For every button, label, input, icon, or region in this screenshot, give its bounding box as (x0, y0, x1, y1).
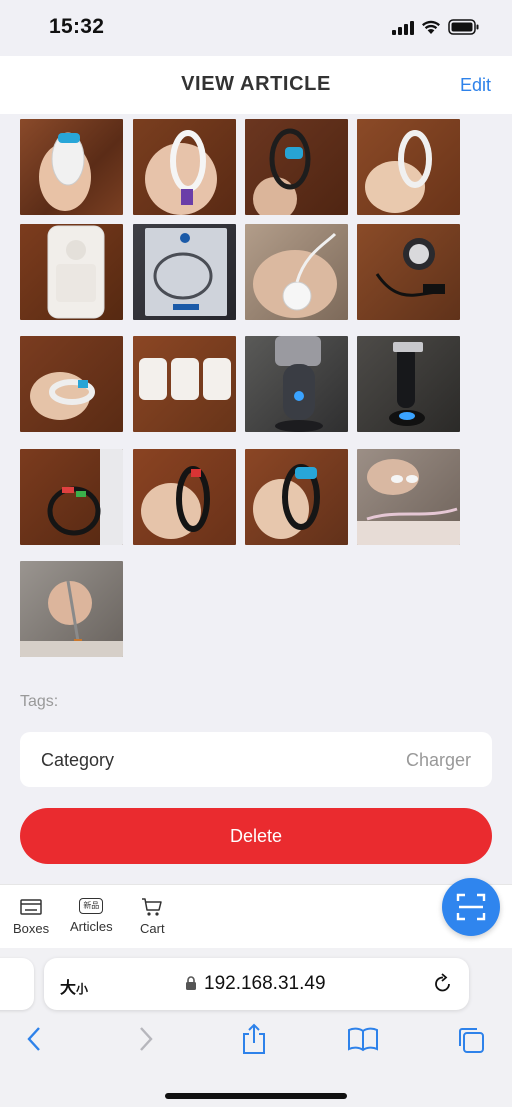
back-icon[interactable] (26, 1026, 42, 1052)
delete-button[interactable]: Delete (20, 808, 492, 864)
lock-icon (186, 976, 196, 990)
page-title: VIEW ARTICLE (181, 73, 331, 95)
tab-label: Articles (70, 919, 113, 934)
share-icon[interactable] (241, 1023, 267, 1055)
article-photo[interactable] (20, 561, 123, 657)
category-label: Category (41, 750, 115, 770)
bookmarks-icon[interactable] (347, 1026, 379, 1052)
edit-button[interactable]: Edit (460, 75, 491, 96)
reload-icon[interactable] (432, 973, 454, 995)
browser-bar: 大小 192.168.31.49 (0, 948, 512, 1107)
status-time: 15:32 (49, 15, 105, 38)
category-value: Charger (405, 750, 471, 770)
article-photo[interactable] (20, 119, 123, 215)
address-bar[interactable]: 大小 192.168.31.49 (44, 958, 469, 1010)
scan-icon (456, 893, 486, 921)
wifi-icon (422, 20, 440, 34)
new-article-icon: 新品 (79, 898, 104, 914)
article-photo[interactable] (133, 119, 236, 215)
scan-button[interactable] (442, 878, 500, 936)
article-photo[interactable] (20, 449, 123, 545)
category-row[interactable]: Category Charger (20, 732, 492, 787)
article-photo[interactable] (245, 224, 348, 320)
article-photo[interactable] (357, 119, 460, 215)
tab-cart[interactable]: Cart (140, 897, 165, 936)
battery-icon (448, 19, 479, 35)
tags-label: Tags: (20, 693, 59, 710)
article-photo[interactable] (133, 336, 236, 432)
forward-icon[interactable] (138, 1026, 154, 1052)
cart-icon (142, 898, 163, 916)
tab-bar: Boxes 新品 Articles Cart (0, 884, 512, 948)
article-photo[interactable] (20, 224, 123, 320)
box-icon (20, 899, 42, 915)
home-indicator (165, 1093, 347, 1099)
tabs-icon[interactable] (457, 1026, 485, 1054)
article-photo[interactable] (133, 224, 236, 320)
tab-label: Cart (140, 921, 165, 936)
status-bar: 15:32 (0, 0, 512, 56)
tab-label: Boxes (13, 921, 50, 936)
previous-tab-preview[interactable] (0, 958, 34, 1010)
article-photo[interactable] (20, 336, 123, 432)
text-size-button[interactable]: 大小 (60, 974, 88, 998)
url-text: 192.168.31.49 (204, 973, 326, 994)
status-icons (392, 19, 480, 35)
tab-boxes[interactable]: Boxes (13, 897, 49, 936)
cellular-signal-icon (392, 20, 414, 35)
article-photo[interactable] (133, 449, 236, 545)
app-header: VIEW ARTICLE Edit (0, 56, 512, 114)
article-photo[interactable] (357, 449, 460, 545)
article-photo[interactable] (357, 336, 460, 432)
article-photo[interactable] (245, 119, 348, 215)
article-photo[interactable] (245, 449, 348, 545)
article-photo[interactable] (357, 224, 460, 320)
article-photo[interactable] (245, 336, 348, 432)
tab-articles[interactable]: 新品 Articles (70, 897, 113, 934)
browser-toolbar (0, 1023, 512, 1056)
